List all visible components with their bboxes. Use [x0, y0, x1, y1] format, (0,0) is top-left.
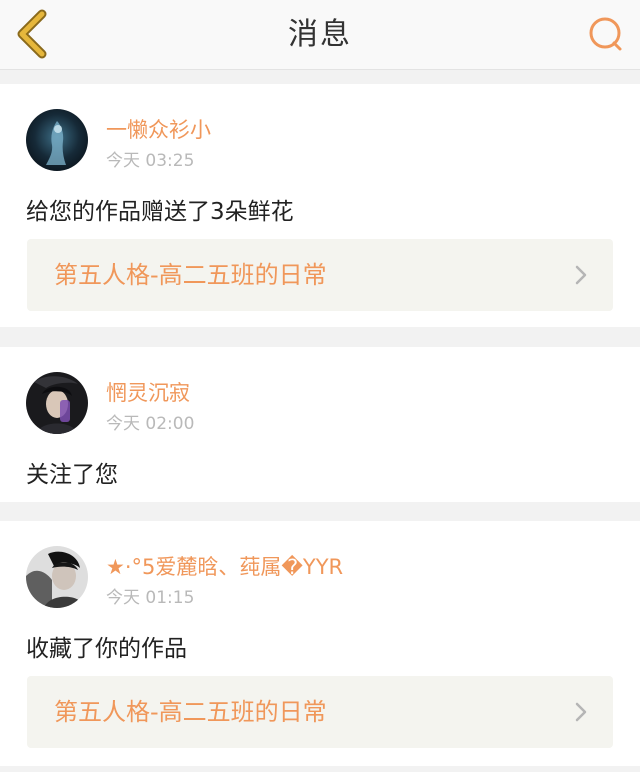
timestamp: 今天 01:15: [106, 588, 195, 608]
avatar[interactable]: [26, 109, 88, 171]
message-card: 一懒众衫小 今天 03:25 给您的作品赠送了3朵鲜花 第五人格-高二五班的日常: [0, 84, 640, 327]
username[interactable]: 惘灵沉寂: [106, 377, 190, 407]
avatar-image: [26, 109, 88, 171]
username[interactable]: ★·°5爱麓晗、莼属�YYR: [106, 551, 343, 581]
page-title: 消息: [288, 17, 352, 52]
avatar-image: [26, 546, 88, 608]
chevron-right-icon: [575, 702, 587, 722]
message-card: ★·°5爱麓晗、莼属�YYR 今天 01:15 收藏了你的作品 第五人格-高二五…: [0, 521, 640, 766]
message-text: 关注了您: [26, 462, 118, 488]
work-link[interactable]: 第五人格-高二五班的日常: [27, 676, 613, 748]
work-title: 第五人格-高二五班的日常: [54, 698, 327, 726]
message-text: 给您的作品赠送了3朵鲜花: [26, 199, 294, 225]
timestamp: 今天 02:00: [106, 414, 195, 434]
avatar-image: [26, 372, 88, 434]
search-button[interactable]: [584, 12, 628, 56]
username[interactable]: 一懒众衫小: [106, 114, 211, 144]
chevron-right-icon: [575, 265, 587, 285]
timestamp: 今天 03:25: [106, 151, 195, 171]
work-link[interactable]: 第五人格-高二五班的日常: [27, 239, 613, 311]
work-title: 第五人格-高二五班的日常: [54, 261, 327, 289]
avatar[interactable]: [26, 546, 88, 608]
avatar[interactable]: [26, 372, 88, 434]
message-card: 惘灵沉寂 今天 02:00 关注了您: [0, 347, 640, 502]
top-nav-bar: 消息: [0, 0, 640, 70]
search-icon: [589, 17, 622, 51]
message-text: 收藏了你的作品: [26, 636, 187, 662]
